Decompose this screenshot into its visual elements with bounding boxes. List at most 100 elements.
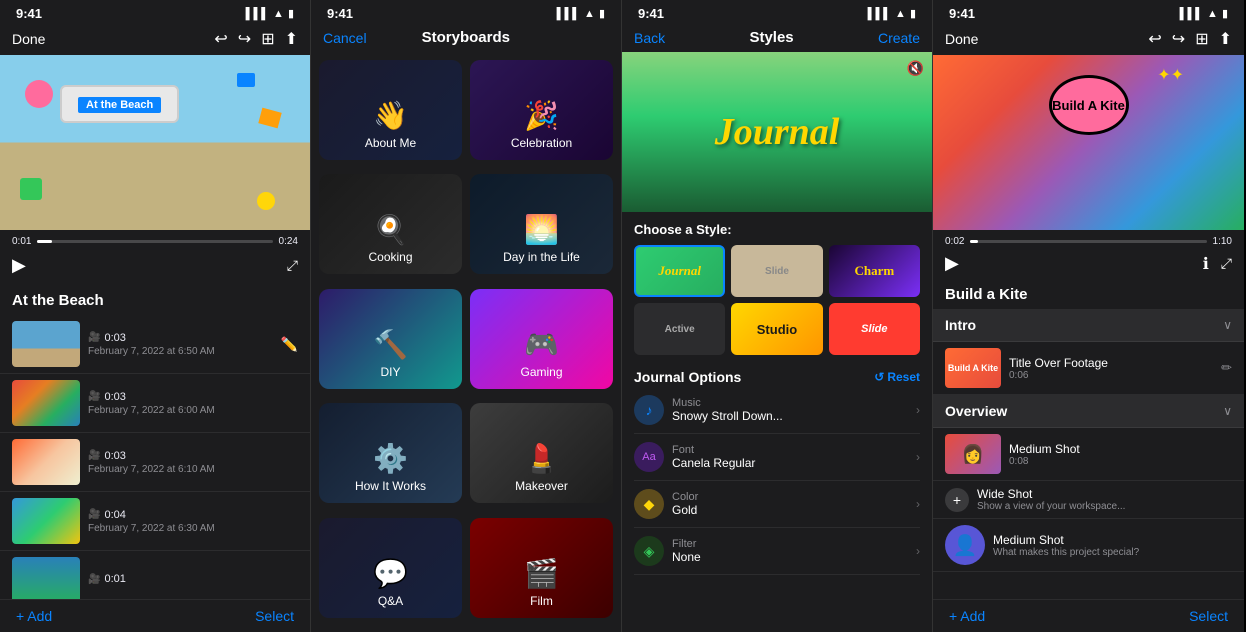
select-button-4[interactable]: Select <box>1189 608 1228 624</box>
overview-item-2[interactable]: + Wide Shot Show a view of your workspac… <box>933 481 1244 519</box>
play-button-4[interactable]: ▶ <box>945 253 959 274</box>
scene-meta-2: 🎥 0:03 <box>88 391 298 403</box>
overview-label-1: Medium Shot <box>1009 442 1232 456</box>
timeline-track-4[interactable] <box>970 240 1206 243</box>
scene-date-4: February 7, 2022 at 6:30 AM <box>88 523 298 534</box>
style-slide2[interactable]: Slide <box>829 303 920 355</box>
back-button-3[interactable]: Back <box>634 30 665 46</box>
intro-chevron: ∨ <box>1223 318 1232 332</box>
done-button-1[interactable]: Done <box>12 31 45 47</box>
scene-item-2[interactable]: 🎥 0:03 February 7, 2022 at 6:00 AM <box>0 374 310 433</box>
storyboard-day-in-life[interactable]: 🌅 Day in the Life <box>470 174 613 274</box>
music-value: Snowy Stroll Down... <box>672 409 916 423</box>
status-icons-2: ▌▌▌ ▲ ▮ <box>557 7 605 20</box>
layout-icon-4[interactable]: ⊞ <box>1195 29 1208 49</box>
select-button-1[interactable]: Select <box>255 608 294 624</box>
scene-item-3[interactable]: 🎥 0:03 February 7, 2022 at 6:10 AM <box>0 433 310 492</box>
overview-sub-1: 0:08 <box>1009 456 1232 467</box>
playback-row-1: ▶ ⤢ <box>12 253 298 278</box>
share-icon-4[interactable]: ⬆ <box>1219 29 1232 49</box>
info-button-4[interactable]: ℹ <box>1203 254 1209 274</box>
option-color[interactable]: ◆ Color Gold › <box>634 481 920 528</box>
timeline-track-1[interactable] <box>37 240 272 243</box>
storyboard-gaming[interactable]: 🎮 Gaming <box>470 289 613 389</box>
scene-item-4[interactable]: 🎥 0:04 February 7, 2022 at 6:30 AM <box>0 492 310 551</box>
phone-4-build-a-kite: 9:41 ▌▌▌ ▲ ▮ Done ↩ ↪ ⊞ ⬆ Build A Kite ✦… <box>933 0 1244 632</box>
accordion-overview[interactable]: Overview ∨ <box>933 395 1244 428</box>
scene-meta-5: 🎥 0:01 <box>88 573 298 585</box>
overview-item-1[interactable]: 👩 Medium Shot 0:08 <box>933 428 1244 481</box>
style-slide[interactable]: Slide <box>731 245 822 297</box>
style-studio[interactable]: Studio <box>731 303 822 355</box>
status-bar-1: 9:41 ▌▌▌ ▲ ▮ <box>0 0 310 25</box>
scene-info-3: 🎥 0:03 February 7, 2022 at 6:10 AM <box>88 450 298 475</box>
wifi-icon-2: ▲ <box>584 8 595 20</box>
storyboard-about-me[interactable]: 👋 About Me <box>319 60 462 160</box>
accordion-intro[interactable]: Intro ∨ <box>933 309 1244 342</box>
reset-button[interactable]: ↺ Reset <box>874 370 920 384</box>
phone-1-at-the-beach: 9:41 ▌▌▌ ▲ ▮ Done ↩ ↪ ⊞ ⬆ At the Beach <box>0 0 311 632</box>
scene-edit-1[interactable]: ✏️ <box>281 336 298 353</box>
cancel-button-2[interactable]: Cancel <box>323 30 367 46</box>
redo-icon[interactable]: ↪ <box>238 29 251 49</box>
storyboard-celebration[interactable]: 🎉 Celebration <box>470 60 613 160</box>
nav-title-3: Styles <box>749 29 793 46</box>
sticker-green <box>20 178 42 200</box>
intro-label-1: Title Over Footage <box>1009 356 1213 370</box>
storyboard-qa[interactable]: 💬 Q&A <box>319 518 462 618</box>
storyboard-makeover[interactable]: 💄 Makeover <box>470 403 613 503</box>
color-label: Color <box>672 491 916 503</box>
day-in-life-label: Day in the Life <box>503 250 580 264</box>
share-icon[interactable]: ⬆ <box>285 29 298 49</box>
add-button-1[interactable]: + Add <box>16 608 52 624</box>
scene-duration-1: 0:03 <box>104 332 125 344</box>
font-label: Font <box>672 444 916 456</box>
mute-button-3[interactable]: 🔇 <box>907 60 924 77</box>
option-music[interactable]: ♪ Music Snowy Stroll Down... › <box>634 387 920 434</box>
qa-label: Q&A <box>378 594 403 608</box>
cooking-icon: 🍳 <box>373 213 408 246</box>
scene-date-3: February 7, 2022 at 6:10 AM <box>88 464 298 475</box>
overview-item-3[interactable]: 👤 Medium Shot What makes this project sp… <box>933 519 1244 572</box>
overview-sub-3: What makes this project special? <box>993 547 1232 558</box>
style-active[interactable]: Active <box>634 303 725 355</box>
diy-icon: 🔨 <box>373 328 408 361</box>
option-filter[interactable]: ◈ Filter None › <box>634 528 920 575</box>
layout-icon[interactable]: ⊞ <box>261 29 274 49</box>
style-charm[interactable]: Charm <box>829 245 920 297</box>
play-button-1[interactable]: ▶ <box>12 255 26 276</box>
intro-item-1[interactable]: Build A Kite Title Over Footage 0:06 ✏ <box>933 342 1244 395</box>
storyboard-film[interactable]: 🎬 Film <box>470 518 613 618</box>
expand-button-1[interactable]: ⤢ <box>287 257 298 274</box>
undo-icon-4[interactable]: ↩ <box>1148 29 1161 49</box>
signal-icon-4: ▌▌▌ <box>1180 8 1203 20</box>
scene-thumb-5 <box>12 557 80 599</box>
redo-icon-4[interactable]: ↪ <box>1172 29 1185 49</box>
scene-meta-1: 🎥 0:03 <box>88 332 273 344</box>
nav-icons-4: ↩ ↪ ⊞ ⬆ <box>1148 29 1232 49</box>
create-button-3[interactable]: Create <box>878 30 920 46</box>
scene-info-2: 🎥 0:03 February 7, 2022 at 6:00 AM <box>88 391 298 416</box>
add-button-4[interactable]: + Add <box>949 608 985 624</box>
storyboards-grid: 👋 About Me 🎉 Celebration 🍳 Cooking 🌅 Day… <box>311 52 621 632</box>
intro-edit-1[interactable]: ✏ <box>1221 360 1232 376</box>
scene-item-1[interactable]: 🎥 0:03 February 7, 2022 at 6:50 AM ✏️ <box>0 315 310 374</box>
camera-icon-4: 🎥 <box>88 509 100 520</box>
option-font[interactable]: Aa Font Canela Regular › <box>634 434 920 481</box>
expand-button-4[interactable]: ⤢ <box>1221 255 1232 272</box>
storyboard-how-it-works[interactable]: ⚙️ How It Works <box>319 403 462 503</box>
filter-label: Filter <box>672 538 916 550</box>
storyboard-cooking[interactable]: 🍳 Cooking <box>319 174 462 274</box>
storyboard-diy[interactable]: 🔨 DIY <box>319 289 462 389</box>
option-font-content: Font Canela Regular <box>672 444 916 470</box>
kite-stars: ✦✦ <box>1157 65 1184 85</box>
styles-content: Choose a Style: Journal Slide Charm Acti… <box>622 212 932 632</box>
option-filter-content: Filter None <box>672 538 916 564</box>
scene-duration-3: 0:03 <box>104 450 125 462</box>
intro-title: Intro <box>945 317 976 333</box>
style-journal[interactable]: Journal <box>634 245 725 297</box>
scene-item-5[interactable]: 🎥 0:01 <box>0 551 310 599</box>
undo-icon[interactable]: ↩ <box>214 29 227 49</box>
bottom-bar-4: + Add Select <box>933 599 1244 632</box>
done-button-4[interactable]: Done <box>945 31 978 47</box>
